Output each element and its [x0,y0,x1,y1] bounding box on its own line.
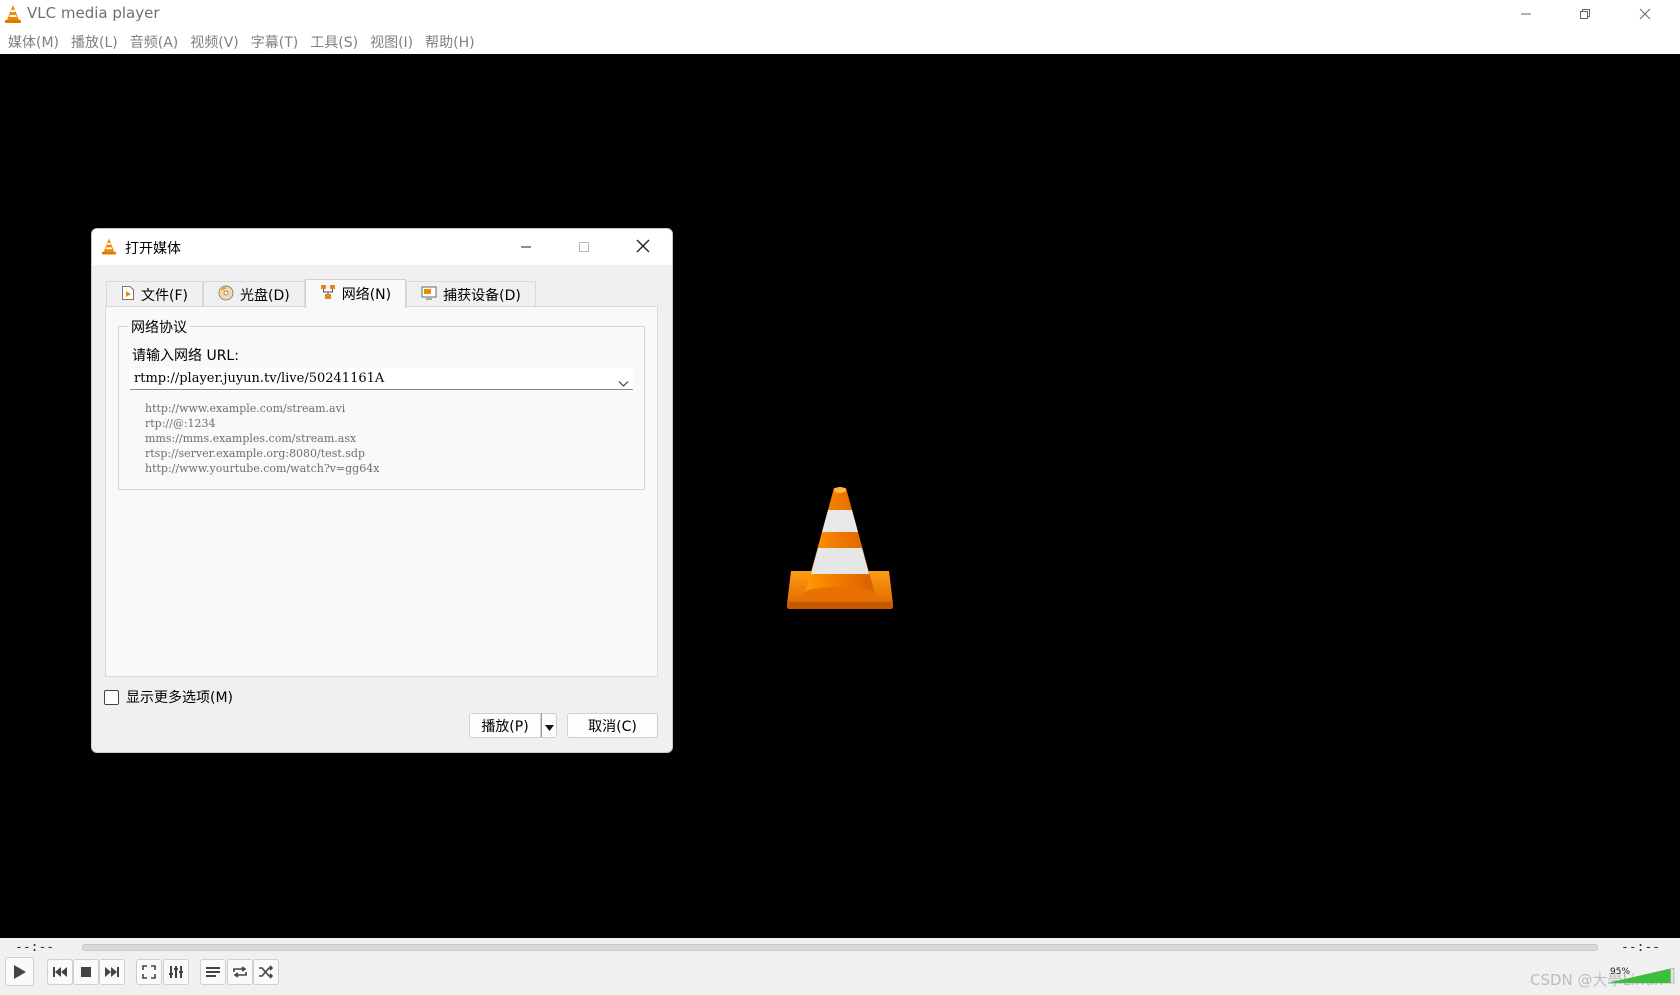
disc-icon [218,285,234,305]
vlc-cone-logo-icon [785,486,895,618]
file-icon [121,285,135,305]
url-examples: http://www.example.com/stream.avi rtp://… [145,401,379,476]
close-icon [636,238,650,257]
capture-icon [421,285,437,305]
url-example: rtsp://server.example.org:8080/test.sdp [145,447,365,460]
menu-audio[interactable]: 音频(A) [126,28,187,54]
shuffle-icon [258,965,274,979]
more-options-label: 显示更多选项(M) [126,690,234,706]
extended-settings-button[interactable] [163,959,189,985]
minimize-button[interactable] [1503,0,1549,28]
vlc-cone-icon [101,237,117,260]
fullscreen-button[interactable] [136,959,162,985]
vlc-cone-icon [4,4,22,28]
menu-help[interactable]: 帮助(H) [421,28,482,54]
url-example: http://www.yourtube.com/watch?v=gg64x [145,462,380,475]
url-label: 请输入网络 URL: [132,348,239,364]
url-example: mms://mms.examples.com/stream.asx [145,432,357,445]
repeat-icon [232,965,248,979]
menu-playback[interactable]: 播放(L) [67,28,126,54]
network-icon [320,284,336,304]
more-options-checkbox[interactable] [104,689,119,705]
open-media-dialog: 打开媒体 文件(F) 光盘(D) 网络(N) 捕获设备(D) 网络协议 请输入网… [91,228,673,753]
group-title: 网络协议 [128,317,190,337]
playlist-button[interactable] [200,959,226,985]
tab-disc-label: 光盘(D) [239,288,290,304]
dialog-titlebar: 打开媒体 [92,229,672,265]
tab-disc[interactable]: 光盘(D) [202,281,305,308]
network-protocol-group: 网络协议 请输入网络 URL: rtmp://player.juyun.tv/l… [118,317,645,490]
caret-down-icon [544,716,554,735]
tab-file-label: 文件(F) [141,288,188,304]
next-button[interactable] [99,959,125,985]
skip-forward-icon [104,966,120,978]
playlist-icon [205,966,221,978]
tab-network[interactable]: 网络(N) [304,279,407,308]
stop-icon [80,966,92,978]
remaining-time: --:-- [1621,940,1661,955]
tab-network-label: 网络(N) [341,287,392,303]
restore-icon [1579,5,1591,24]
loop-button[interactable] [227,959,253,985]
play-icon [13,964,27,980]
cancel-button[interactable]: 取消(C) [567,713,658,738]
close-icon [1639,5,1651,24]
window-title: VLC media player [27,4,160,22]
chevron-down-icon[interactable] [618,373,629,392]
restore-button[interactable] [1562,0,1608,28]
menu-view[interactable]: 视图(I) [366,28,421,54]
dialog-minimize-button[interactable] [497,229,555,265]
dialog-title: 打开媒体 [125,241,181,257]
tab-capture[interactable]: 捕获设备(D) [406,281,536,308]
play-button[interactable] [5,957,34,986]
play-dropdown-button[interactable] [541,713,557,738]
play-button[interactable]: 播放(P) [469,713,541,738]
dialog-close-button[interactable] [614,229,672,265]
elapsed-time: --:-- [15,940,55,955]
tab-file[interactable]: 文件(F) [106,281,203,308]
url-input[interactable]: rtmp://player.juyun.tv/live/50241161A [130,368,633,390]
window-titlebar: VLC media player [0,0,1680,28]
fullscreen-icon [142,965,156,979]
tab-capture-label: 捕获设备(D) [443,288,521,304]
network-tab-panel: 网络协议 请输入网络 URL: rtmp://player.juyun.tv/l… [105,306,658,677]
dialog-maximize-button[interactable] [555,229,613,265]
url-example: rtp://@:1234 [145,417,216,430]
shuffle-button[interactable] [253,959,279,985]
control-bar: --:-- --:-- CSDN @大學Linux 95% [0,938,1680,995]
menu-tools[interactable]: 工具(S) [306,28,366,54]
minimize-icon [1520,5,1532,24]
url-example: http://www.example.com/stream.avi [145,402,346,415]
volume-label: 95% [1610,967,1631,977]
media-tabs: 文件(F) 光盘(D) 网络(N) 捕获设备(D) [106,279,536,308]
menu-media[interactable]: 媒体(M) [4,28,67,54]
more-options[interactable]: 显示更多选项(M) [104,687,233,707]
stop-button[interactable] [73,959,99,985]
url-value: rtmp://player.juyun.tv/live/50241161A [134,371,385,386]
maximize-icon [578,238,590,257]
menu-video[interactable]: 视频(V) [186,28,247,54]
seek-slider[interactable] [82,944,1598,951]
previous-button[interactable] [47,959,73,985]
close-button[interactable] [1622,0,1668,28]
menu-subtitle[interactable]: 字幕(T) [247,28,306,54]
skip-back-icon [52,966,68,978]
minimize-icon [520,238,532,257]
equalizer-icon [168,965,184,979]
menu-bar: 媒体(M) 播放(L) 音频(A) 视频(V) 字幕(T) 工具(S) 视图(I… [0,28,1680,54]
